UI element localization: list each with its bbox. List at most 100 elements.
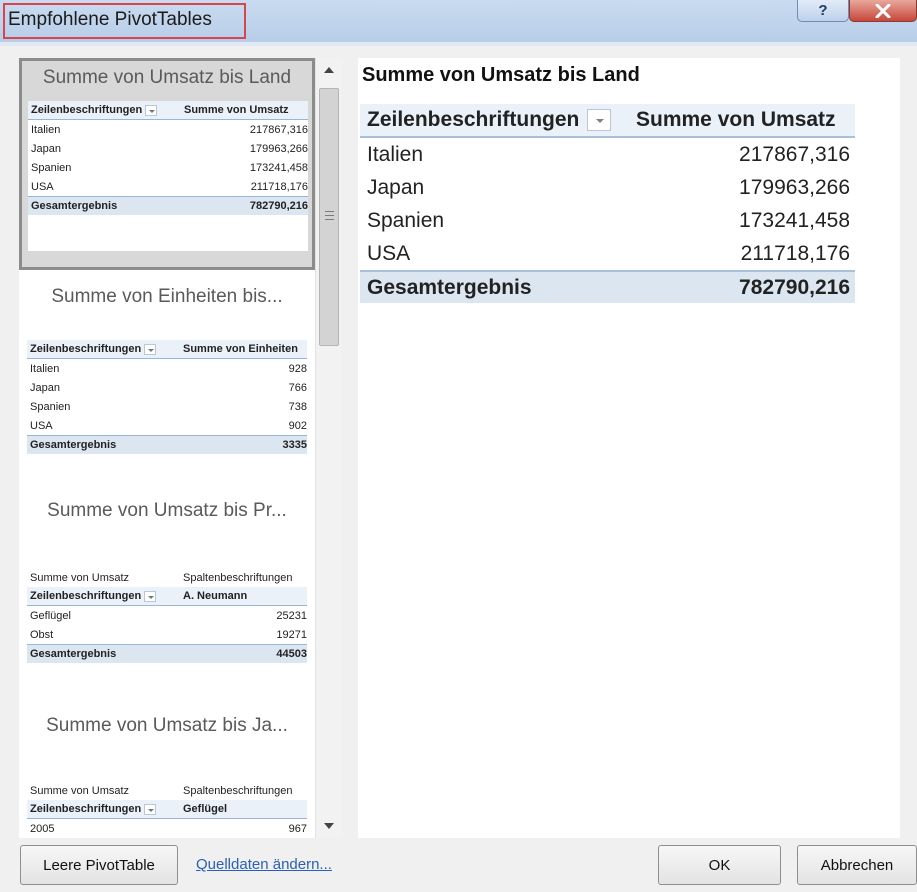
dropdown-arrow-icon (145, 104, 158, 116)
dropdown-arrow-icon (144, 803, 157, 815)
mini-table-row: Gesamtergebnis 782790,216 (28, 196, 308, 215)
recommendation-card[interactable]: Summe von Umsatz bis Ja... Summe von Umsa… (19, 703, 315, 838)
mini-row-value: 217867,316 (249, 123, 308, 136)
mini-row-label: USA (30, 419, 53, 432)
mini-row-label: Zeilenbeschriftungen (30, 803, 142, 815)
preview-row-label: Italien (367, 142, 424, 166)
ok-label: OK (708, 856, 731, 874)
mini-row-label: Japan (30, 381, 60, 394)
preview-row-value: 173241,458 (739, 208, 850, 232)
preview-table-row: Japan 179963,266 (360, 171, 855, 204)
close-icon (875, 3, 891, 18)
mini-row-value: 967 (288, 822, 307, 835)
window-title: Empfohlene PivotTables (8, 9, 212, 30)
mini-pivot-table: Zeilenbeschriftungen Summe von Einheiten I… (27, 340, 307, 460)
mini-row-value: Summe von Einheiten (183, 343, 298, 355)
mini-row-label: Summe von Umsatz (30, 571, 130, 584)
recommendation-card[interactable]: Summe von Umsatz bis Land Zeilenbeschrift… (19, 58, 315, 270)
mini-row-value: 782790,216 (249, 200, 308, 212)
preview-row-value: 782790,216 (739, 275, 850, 299)
preview-row-label: Spanien (367, 208, 445, 232)
mini-row-value: 179963,266 (249, 142, 308, 155)
recommendation-list[interactable]: Summe von Umsatz bis Land Zeilenbeschrift… (19, 58, 341, 838)
preview-row-value: 217867,316 (739, 142, 850, 166)
preview-table: Zeilenbeschriftungen Summe von Umsatz Ital… (360, 104, 855, 303)
title-bar: Empfohlene PivotTables ? (0, 0, 917, 42)
preview-row-value: 179963,266 (739, 175, 850, 199)
preview-row-value: 211718,176 (740, 241, 850, 265)
mini-row-value: 173241,458 (249, 161, 308, 174)
mini-row-value: 902 (288, 419, 307, 432)
close-button[interactable] (849, 0, 917, 22)
mini-row-label: Japan (31, 142, 61, 155)
mini-row-value: 928 (288, 362, 307, 375)
change-source-data-link[interactable]: Quelldaten ändern... (196, 856, 332, 873)
mini-table-row: Obst 19271 (27, 625, 307, 644)
mini-row-value: 19271 (276, 628, 307, 641)
recommendation-title: Summe von Umsatz bis Pr... (47, 500, 287, 521)
mini-row-label: Zeilenbeschriftungen (30, 343, 142, 355)
mini-row-value: 25231 (276, 609, 307, 622)
dropdown-arrow-icon (144, 343, 157, 355)
scroll-down-button[interactable] (316, 814, 341, 838)
mini-row-label: Obst (30, 628, 54, 641)
recommendation-card[interactable]: Summe von Umsatz bis Pr... Summe von Umsa… (19, 488, 315, 688)
preview-total-row: Gesamtergebnis 782790,216 (360, 270, 855, 303)
mini-row-value: 766 (288, 381, 307, 394)
mini-row-label: Italien (31, 123, 61, 136)
mini-pivot-table: Summe von Umsatz Spaltenbeschriftungen Zei… (27, 781, 307, 838)
dropdown-arrow-icon (144, 590, 157, 602)
scroll-up-icon (324, 67, 334, 73)
recommendation-title: Summe von Umsatz bis Ja... (46, 715, 288, 736)
empty-pivottable-label: Leere PivotTable (43, 856, 155, 874)
mini-table-row: Gesamtergebnis 44503 (27, 644, 307, 663)
recommendation-cards: Summe von Umsatz bis Land Zeilenbeschrift… (19, 58, 315, 838)
preview-row-value: Summe von Umsatz (636, 108, 836, 131)
mini-table-row: Zeilenbeschriftungen Summe von Umsatz (28, 101, 308, 120)
ok-button[interactable]: OK (658, 845, 781, 885)
mini-row-value: Spaltenbeschriftungen (183, 571, 293, 584)
mini-row-label: Gesamtergebnis (30, 648, 117, 660)
mini-row-label: Zeilenbeschriftungen (31, 104, 143, 116)
mini-row-label: Geflügel (30, 609, 71, 622)
preview-row-label: Japan (367, 175, 425, 199)
mini-table-row: USA 902 (27, 416, 307, 435)
mini-table-row: Spanien 738 (27, 397, 307, 416)
mini-row-value: 44503 (276, 648, 307, 660)
preview-row-label: Gesamtergebnis (367, 275, 532, 299)
mini-table-row: Italien 217867,316 (28, 120, 308, 139)
mini-pivot-table: Summe von Umsatz Spaltenbeschriftungen Zei… (27, 568, 307, 668)
mini-table-row: Zeilenbeschriftungen A. Neumann (27, 587, 307, 606)
mini-row-value: 211718,176 (250, 180, 308, 193)
mini-row-value: 738 (288, 400, 307, 413)
mini-row-value: Summe von Umsatz (184, 104, 289, 116)
list-scrollbar[interactable] (315, 58, 341, 838)
mini-table-row: Summe von Umsatz Spaltenbeschriftungen (27, 781, 307, 800)
empty-pivottable-button[interactable]: Leere PivotTable (20, 845, 178, 885)
recommendation-title: Summe von Einheiten bis... (51, 286, 283, 307)
scroll-up-button[interactable] (316, 58, 341, 82)
mini-row-label: Spanien (31, 161, 72, 174)
help-button[interactable]: ? (797, 0, 849, 22)
grip-icon (325, 211, 334, 223)
mini-table-row: Spanien 173241,458 (28, 158, 308, 177)
mini-table-row: Gesamtergebnis 3335 (27, 435, 307, 454)
recommendation-card[interactable]: Summe von Einheiten bis... Zeilenbeschrif… (19, 274, 315, 474)
preview-row-label: Zeilenbeschriftungen (367, 108, 580, 131)
mini-row-label: Zeilenbeschriftungen (30, 590, 142, 602)
mini-row-label: Gesamtergebnis (30, 439, 117, 451)
mini-row-label: 2005 (30, 822, 55, 835)
cancel-button[interactable]: Abbrechen (797, 845, 917, 885)
mini-row-label: Summe von Umsatz (30, 784, 130, 797)
mini-row-label: Spanien (30, 400, 71, 413)
help-icon: ? (818, 2, 828, 19)
mini-table-row: Japan 179963,266 (28, 139, 308, 158)
scrollbar-thumb[interactable] (319, 88, 339, 346)
preview-pane: Summe von Umsatz bis Land Zeilenbeschrif… (358, 58, 900, 838)
mini-table-row: 2005 967 (27, 819, 307, 838)
mini-table-row: Italien 928 (27, 359, 307, 378)
mini-pivot-table: Zeilenbeschriftungen Summe von Umsatz Ital… (28, 101, 308, 251)
mini-row-value: A. Neumann (183, 590, 248, 602)
mini-table-row: Summe von Umsatz Spaltenbeschriftungen (27, 568, 307, 587)
preview-table-row: USA 211718,176 (360, 237, 855, 270)
